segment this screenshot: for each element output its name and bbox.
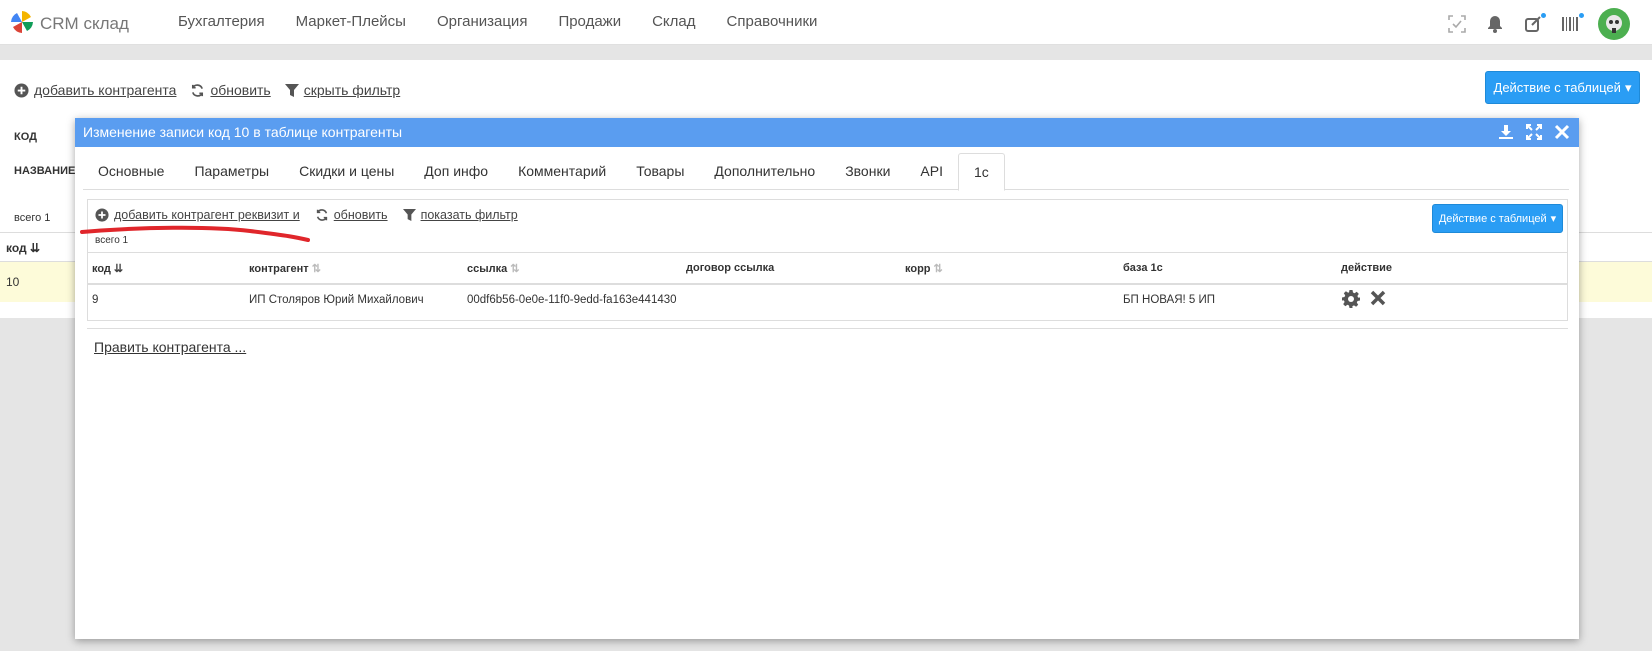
table-row[interactable]: 9 ИП Столяров Юрий Михайлович 00df6b56-0… (88, 285, 1567, 316)
tab-parameters[interactable]: Параметры (179, 153, 284, 190)
red-underline-annotation (80, 225, 310, 242)
modal-controls (1497, 122, 1571, 142)
modal-tabs: Основные Параметры Скидки и цены Доп инф… (83, 153, 1569, 191)
nav-item-marketplaces[interactable]: Маркет-Плейсы (296, 13, 406, 30)
column-link-label: ссылка (467, 262, 508, 275)
hide-filter-button[interactable]: скрыть фильтр (284, 82, 400, 98)
row-code: 10 (6, 275, 20, 289)
main-menu: Бухгалтерия Маркет-Плейсы Организация Пр… (178, 13, 848, 30)
edit-icon[interactable] (1522, 13, 1546, 35)
cell-base-1c: БП НОВАЯ! 5 ИП (1123, 294, 1216, 306)
cell-counterparty: ИП Столяров Юрий Михайлович (249, 294, 424, 306)
pinwheel-logo-icon (10, 10, 34, 37)
sort-icon: ⇅ (933, 263, 943, 275)
page-toolbar: добавить контрагента обновить скрыть фил… (14, 82, 400, 98)
sort-desc-icon: ⇊ (29, 241, 41, 255)
edit-counterparty-link[interactable]: Править контрагента ... (94, 339, 246, 355)
brand-name: CRM склад (40, 13, 129, 33)
fullscreen-icon[interactable] (1525, 122, 1543, 142)
sort-icon: ⇅ (311, 263, 321, 275)
caret-down-icon: ▾ (1624, 79, 1632, 95)
add-counterparty-label[interactable]: добавить контрагента (34, 82, 176, 98)
nav-item-references[interactable]: Справочники (727, 13, 818, 30)
show-filter-button[interactable]: показать фильтр (402, 208, 518, 222)
refresh-label[interactable]: обновить (210, 82, 270, 98)
column-code-label: код (6, 241, 27, 255)
requisites-table: код ⇊ контрагент ⇅ ссылка ⇅ договор ссылка … (88, 252, 1567, 316)
table-action-button[interactable]: Действие с таблицей ▾ (1485, 71, 1640, 104)
delete-icon[interactable] (1369, 289, 1387, 312)
nav-item-warehouse[interactable]: Склад (652, 13, 695, 30)
filter-icon (402, 208, 416, 222)
column-counterparty-label: контрагент (249, 262, 309, 275)
plus-circle-icon (14, 82, 29, 98)
tab-api[interactable]: API (905, 153, 958, 190)
modal-header: Изменение записи код 10 в таблице контра… (75, 118, 1579, 147)
column-contract-link[interactable]: договор ссылка (686, 262, 774, 274)
cell-actions (1341, 289, 1387, 312)
modal-title: Изменение записи код 10 в таблице контра… (83, 124, 403, 140)
refresh-button[interactable]: обновить (190, 82, 271, 98)
requisites-panel: добавить контрагент реквизит и обновить … (87, 199, 1568, 321)
nav-item-organization[interactable]: Организация (437, 13, 527, 30)
column-code[interactable]: код ⇊ (92, 262, 124, 276)
nav-icons (1446, 8, 1630, 40)
column-corr[interactable]: корр ⇅ (905, 262, 943, 276)
column-base-1c[interactable]: база 1с (1123, 262, 1163, 274)
tab-additional[interactable]: Дополнительно (699, 153, 830, 190)
sort-desc-icon: ⇊ (113, 263, 124, 275)
refresh-icon (192, 83, 204, 97)
top-navbar: CRM склад Бухгалтерия Маркет-Плейсы Орга… (0, 0, 1652, 45)
tab-extra-info[interactable]: Доп инфо (409, 153, 503, 190)
column-action: действие (1341, 262, 1392, 274)
hide-filter-label[interactable]: скрыть фильтр (304, 82, 400, 98)
gear-icon[interactable] (1341, 289, 1361, 312)
column-contract-link-label: договор ссылка (686, 262, 775, 274)
column-link[interactable]: ссылка ⇅ (467, 262, 520, 276)
refresh-button[interactable]: обновить (315, 208, 388, 222)
tab-calls[interactable]: Звонки (830, 153, 905, 190)
table-action-button[interactable]: Действие с таблицей ▾ (1432, 204, 1563, 233)
sort-icon: ⇅ (510, 263, 520, 275)
tab-discounts-prices[interactable]: Скидки и цены (284, 153, 409, 190)
column-base-1c-label: база 1с (1123, 262, 1163, 274)
user-avatar[interactable] (1598, 8, 1630, 40)
divider (87, 328, 1568, 329)
brand[interactable]: CRM склад (10, 10, 129, 37)
total-count: всего 1 (14, 212, 51, 224)
column-counterparty[interactable]: контрагент ⇅ (249, 262, 321, 276)
table-action-label: Действие с таблицей (1438, 212, 1547, 225)
nav-item-accounting[interactable]: Бухгалтерия (178, 13, 265, 30)
cell-link: 00df6b56-0e0e-11f0-9edd-fa163e441430 (467, 294, 677, 306)
filter-code-label: КОД (14, 131, 37, 143)
bell-icon[interactable] (1484, 13, 1506, 35)
column-corr-label: корр (905, 262, 931, 275)
caret-down-icon: ▾ (1550, 213, 1557, 225)
table-action-label: Действие с таблицей (1493, 80, 1621, 95)
notification-dot (1579, 13, 1584, 18)
scan-icon[interactable] (1446, 13, 1468, 35)
nav-item-sales[interactable]: Продажи (558, 13, 621, 30)
filter-name-label: НАЗВАНИЕ (14, 165, 76, 177)
add-counterparty-button[interactable]: добавить контрагента (14, 82, 176, 98)
tab-goods[interactable]: Товары (621, 153, 699, 190)
show-filter-label[interactable]: показать фильтр (421, 208, 518, 222)
cell-code: 9 (92, 294, 99, 306)
column-action-label: действие (1341, 262, 1393, 274)
refresh-label[interactable]: обновить (334, 208, 388, 222)
download-icon[interactable] (1497, 122, 1515, 142)
edit-record-modal: Изменение записи код 10 в таблице контра… (75, 118, 1579, 639)
tab-main[interactable]: Основные (83, 153, 179, 190)
tab-comment[interactable]: Комментарий (503, 153, 621, 190)
column-code-label: код (92, 262, 111, 275)
close-icon[interactable] (1553, 122, 1571, 142)
table-header: код ⇊ контрагент ⇅ ссылка ⇅ договор ссылка … (88, 252, 1567, 285)
barcode-icon[interactable] (1560, 13, 1584, 35)
filter-icon (284, 83, 299, 97)
column-code[interactable]: код ⇊ (6, 241, 40, 255)
tab-1c[interactable]: 1с (957, 153, 1005, 191)
notification-dot (1541, 13, 1546, 18)
